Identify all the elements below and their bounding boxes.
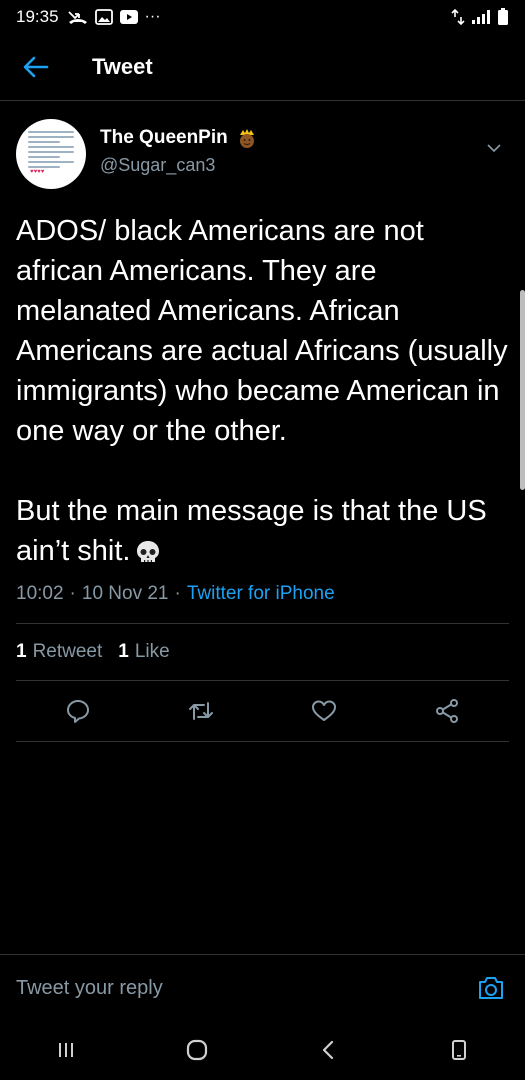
share-icon <box>436 699 459 723</box>
like-count: 1 <box>118 641 129 662</box>
reply-bar <box>0 954 525 1021</box>
share-button[interactable] <box>427 691 467 731</box>
camera-button[interactable] <box>473 970 509 1006</box>
system-back-button[interactable] <box>303 1025 353 1075</box>
likes-stat[interactable]: 1 Like <box>118 641 169 663</box>
avatar-hearts-decoration: ♥♥♥♥ <box>30 169 45 175</box>
missed-call-icon <box>67 8 89 26</box>
gallery-icon <box>94 9 113 25</box>
back-icon <box>323 1040 334 1060</box>
home-button[interactable] <box>172 1025 222 1075</box>
system-nav-bar <box>0 1020 525 1080</box>
recents-button[interactable] <box>41 1025 91 1075</box>
like-button[interactable] <box>304 691 344 731</box>
status-overflow: ··· <box>144 8 161 25</box>
back-button[interactable] <box>16 47 56 87</box>
status-notification-icons: ··· <box>67 8 161 26</box>
author-row: ♥♥♥♥ The QueenPin @Sugar_can3 <box>16 115 509 189</box>
tweet-text: ADOS/ black Americans are not african Am… <box>16 211 509 571</box>
retweet-label: Retweet <box>32 641 103 662</box>
arrow-left-icon <box>23 56 49 78</box>
header: Tweet <box>0 34 525 101</box>
recents-icon <box>58 1043 73 1057</box>
meta-separator: · <box>69 583 76 604</box>
retweet-count: 1 <box>16 641 27 662</box>
crown-person-emoji-icon <box>239 129 254 148</box>
reply-button[interactable] <box>58 691 98 731</box>
tweet: ♥♥♥♥ The QueenPin @Sugar_can3 ADOS/ blac… <box>0 101 525 742</box>
camera-icon <box>479 977 503 999</box>
home-icon <box>186 1039 207 1061</box>
battery-icon <box>497 8 509 26</box>
skull-emoji-icon <box>137 541 160 563</box>
reply-input[interactable] <box>16 976 473 1000</box>
tweet-meta: 10:02 · 10 Nov 21 · Twitter for iPhone <box>16 583 509 605</box>
avatar-image <box>28 131 74 171</box>
tweet-source-link[interactable]: Twitter for iPhone <box>187 583 335 605</box>
retweets-stat[interactable]: 1 Retweet <box>16 641 102 663</box>
reply-icon <box>66 700 89 723</box>
status-time: 19:35 <box>16 7 59 26</box>
signal-icon <box>471 9 491 25</box>
page-title: Tweet <box>92 54 153 79</box>
rotate-icon <box>452 1040 467 1060</box>
display-name-row: The QueenPin <box>100 127 258 149</box>
stats-row: 1 Retweet 1 Like <box>16 623 509 681</box>
tweet-time: 10:02 <box>16 583 64 604</box>
data-arrows-icon <box>451 8 465 26</box>
rotate-button[interactable] <box>434 1025 484 1075</box>
avatar[interactable]: ♥♥♥♥ <box>16 119 86 189</box>
status-right <box>451 8 509 26</box>
status-bar: 19:35 ··· <box>0 0 525 34</box>
handle[interactable]: @Sugar_can3 <box>100 155 258 176</box>
like-icon <box>312 700 337 721</box>
scrollbar[interactable] <box>520 290 525 490</box>
actions-row <box>16 681 509 742</box>
youtube-icon <box>119 9 139 25</box>
more-options-button[interactable] <box>479 133 509 163</box>
tweet-date: 10 Nov 21 <box>81 583 169 604</box>
author-names: The QueenPin @Sugar_can3 <box>100 127 258 176</box>
tweet-text-content: ADOS/ black Americans are not african Am… <box>16 215 508 567</box>
display-name[interactable]: The QueenPin <box>100 127 228 149</box>
chevron-down-icon <box>487 144 501 153</box>
retweet-icon <box>188 702 213 720</box>
meta-separator: · <box>174 583 181 604</box>
retweet-button[interactable] <box>181 691 221 731</box>
like-label: Like <box>134 641 170 662</box>
status-left: 19:35 ··· <box>16 7 161 27</box>
